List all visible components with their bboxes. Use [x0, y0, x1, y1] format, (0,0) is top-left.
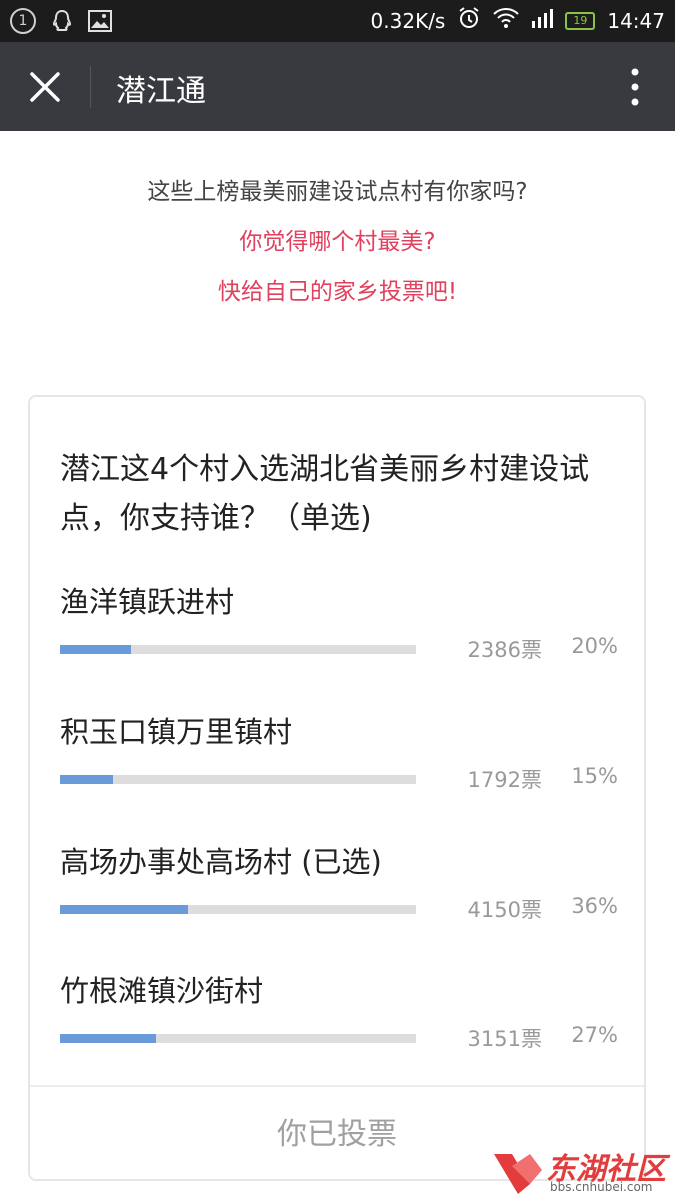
alarm-icon [457, 6, 481, 35]
poll-option-bar-fill [60, 905, 189, 914]
poll-option[interactable]: 渔洋镇跃进村 2386票 20% [30, 579, 644, 709]
poll-question: 潜江这4个村入选湖北省美丽乡村建设试点，你支持谁？（单选) [60, 452, 590, 536]
poll-option-votes: 2386票 [467, 638, 542, 662]
poll-option-percent: 36% [571, 894, 618, 918]
poll-card: 潜江这4个村入选湖北省美丽乡村建设试点，你支持谁？（单选) 渔洋镇跃进村 238… [28, 395, 646, 1181]
poll-option-label: 高场办事处高场村 (已选) [60, 845, 382, 879]
wifi-icon [493, 7, 520, 34]
poll-option-votes: 3151票 [467, 1027, 542, 1051]
poll-option-bar [60, 775, 416, 784]
image-icon [88, 9, 112, 33]
notification-count-icon: 1 [10, 8, 36, 34]
poll-option-bar [60, 905, 416, 914]
status-bar: 1 0.32K/s 19 14:47 [0, 0, 675, 42]
poll-option-bar [60, 645, 416, 654]
qq-icon [50, 9, 74, 33]
poll-option-bar-fill [60, 645, 132, 654]
poll-option-votes: 1792票 [467, 768, 542, 792]
intro-line-1: 这些上榜最美丽建设试点村有你家吗? [147, 179, 528, 205]
page-title: 潜江通 [116, 74, 206, 109]
more-menu-icon[interactable] [631, 68, 639, 106]
intro-line-3: 快给自己的家乡投票吧! [217, 279, 458, 305]
poll-option-percent: 20% [571, 634, 618, 658]
poll-option-label: 渔洋镇跃进村 [60, 585, 235, 619]
poll-option-label: 竹根滩镇沙街村 [60, 974, 264, 1008]
poll-option-bar [60, 1034, 416, 1043]
watermark-url: bbs.cnhubei.com [550, 1180, 653, 1194]
poll-option-label: 积玉口镇万里镇村 [60, 715, 293, 749]
poll-option-bar-fill [60, 1034, 157, 1043]
poll-option-votes: 4150票 [467, 898, 542, 922]
clock: 14:47 [607, 8, 665, 33]
title-bar: 潜江通 [0, 42, 675, 131]
network-speed: 0.32K/s [370, 8, 446, 33]
intro-line-2: 你觉得哪个村最美? [239, 229, 436, 255]
poll-option-percent: 15% [571, 764, 618, 788]
battery-icon: 19 [565, 11, 596, 30]
poll-option-bar-fill [60, 775, 114, 784]
signal-icon [531, 7, 554, 34]
poll-option-percent: 27% [571, 1023, 618, 1047]
close-icon[interactable] [28, 70, 62, 104]
intro-text: 这些上榜最美丽建设试点村有你家吗? 你觉得哪个村最美? 快给自己的家乡投票吧! [0, 172, 675, 322]
poll-option-selected[interactable]: 高场办事处高场村 (已选) 4150票 36% [30, 839, 644, 969]
watermark-logo: 东湖社区 bbs.cnhubei.com [490, 1140, 675, 1200]
poll-option[interactable]: 积玉口镇万里镇村 1792票 15% [30, 709, 644, 839]
poll-option[interactable]: 竹根滩镇沙街村 3151票 27% [30, 968, 644, 1098]
title-divider [90, 66, 91, 108]
watermark-icon [494, 1154, 542, 1194]
